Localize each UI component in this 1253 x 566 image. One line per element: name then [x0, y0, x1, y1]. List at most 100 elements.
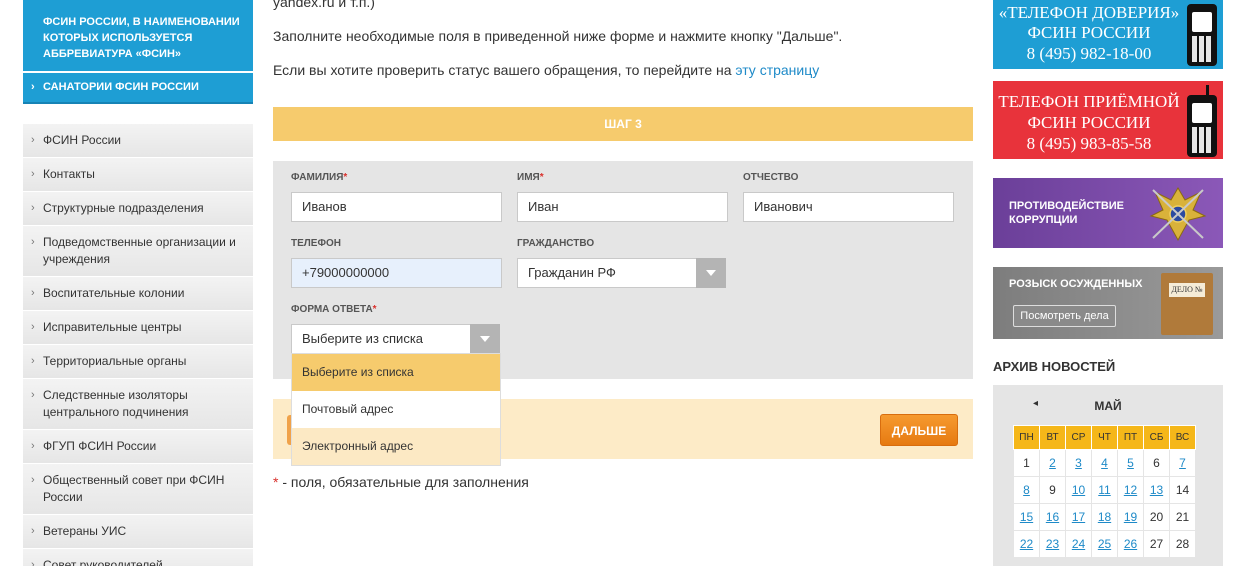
calendar-day[interactable]: 2 — [1039, 449, 1066, 477]
phone-field[interactable]: +79000000000 — [291, 258, 502, 288]
sidebar-menu: › ФСИН России › Контакты › Структурные подр… — [23, 124, 253, 566]
dropdown-option[interactable]: Почтовый адрес — [292, 391, 500, 428]
sidebar-item-label: Структурные подразделения — [43, 201, 204, 215]
dropdown-option[interactable]: Электронный адрес — [292, 428, 500, 465]
calendar-day[interactable]: 8 — [1013, 476, 1040, 504]
chevron-right-icon: › — [31, 389, 35, 401]
calendar-day[interactable]: 22 — [1013, 530, 1040, 558]
calendar-day[interactable]: 4 — [1091, 449, 1118, 477]
answer-form-dropdown: Выберите из списка Почтовый адрес Электр… — [291, 353, 501, 466]
calendar-day[interactable]: 16 — [1039, 503, 1066, 531]
sidebar-item-correctional-centers[interactable]: › Исправительные центры — [23, 311, 253, 345]
calendar-week-row: 8 9 10 11 12 13 14 — [1013, 476, 1196, 504]
calendar-day[interactable]: 24 — [1065, 530, 1092, 558]
sidebar-item-label: Ветераны УИС — [43, 524, 127, 538]
calendar-day: 20 — [1143, 503, 1170, 531]
banner-line: ФСИН РОССИИ — [1027, 113, 1151, 132]
chevron-right-icon: › — [31, 81, 35, 93]
sidebar-item-subordinate-orgs[interactable]: › Подведомственные организации и учрежден… — [23, 226, 253, 277]
instruction-text: Заполните необходимые поля в приведенной… — [273, 28, 843, 44]
phone-label: ТЕЛЕФОН — [291, 238, 341, 249]
sidebar-item-public-council[interactable]: › Общественный совет при ФСИН России — [23, 464, 253, 515]
sidebar-item-veterans[interactable]: › Ветераны УИС — [23, 515, 253, 549]
status-text-label: Если вы хотите проверить статус вашего о… — [273, 62, 732, 78]
banner-line: ФСИН РОССИИ — [1027, 23, 1151, 42]
required-note-text: - поля, обязательные для заполнения — [278, 474, 529, 490]
required-star: * — [539, 172, 544, 183]
citizenship-select[interactable]: Гражданин РФ — [517, 258, 726, 288]
calendar-day[interactable]: 3 — [1065, 449, 1092, 477]
wanted-convicts-banner[interactable]: РОЗЫСК ОСУЖДЕННЫХ Посмотреть дела ДЕЛО № — [993, 267, 1223, 339]
weekday-header: ПН — [1013, 425, 1040, 450]
calendar-day[interactable]: 18 — [1091, 503, 1118, 531]
anti-corruption-banner[interactable]: ПРОТИВОДЕЙСТВИЕ КОРРУПЦИИ — [993, 178, 1223, 248]
sidebar-item-fsin-abbreviation[interactable]: ФСИН РОССИИ, В НАИМЕНОВАНИИ КОТОРЫХ ИСПО… — [23, 0, 253, 71]
chevron-right-icon: › — [31, 168, 35, 180]
chevron-right-icon: › — [31, 236, 35, 248]
calendar-day[interactable]: 10 — [1065, 476, 1092, 504]
reception-phone-banner[interactable]: ТЕЛЕФОН ПРИЁМНОЙ ФСИН РОССИИ 8 (495) 983… — [993, 81, 1223, 159]
sidebar-item-label: Подведомственные организации и учреждени… — [43, 235, 236, 266]
sidebar-item-sanatoriums[interactable]: › САНАТОРИИ ФСИН РОССИИ — [23, 73, 253, 104]
patronymic-field[interactable]: Иванович — [743, 192, 954, 222]
chevron-right-icon: › — [31, 474, 35, 486]
calendar-day: 6 — [1143, 449, 1170, 477]
chevron-down-icon[interactable] — [470, 324, 500, 354]
sidebar-item-contacts[interactable]: › Контакты — [23, 158, 253, 192]
weekday-header: СР — [1065, 425, 1092, 450]
calendar-day[interactable]: 19 — [1117, 503, 1144, 531]
folder-label: ДЕЛО № — [1169, 283, 1205, 297]
calendar-day[interactable]: 15 — [1013, 503, 1040, 531]
sidebar-item-heads-council[interactable]: › Совет руководителей — [23, 549, 253, 566]
calendar-day: 28 — [1169, 530, 1196, 558]
sidebar-item-label: Воспитательные колонии — [43, 286, 185, 300]
answer-form-select[interactable]: Выберите из списка — [291, 324, 500, 354]
case-folder-icon: ДЕЛО № — [1161, 273, 1213, 335]
calendar-day: 9 — [1039, 476, 1066, 504]
patronymic-label: ОТЧЕСТВО — [743, 172, 799, 183]
calendar-day[interactable]: 23 — [1039, 530, 1066, 558]
calendar-day[interactable]: 11 — [1091, 476, 1118, 504]
weekday-header: ПТ — [1117, 425, 1144, 450]
banner-line: 8 (495) 982-18-00 — [1026, 44, 1152, 63]
required-note: * - поля, обязательные для заполнения — [273, 474, 529, 490]
trust-phone-banner[interactable]: «ТЕЛЕФОН ДОВЕРИЯ» ФСИН РОССИИ 8 (495) 98… — [993, 0, 1223, 69]
banner-line: ПРОТИВОДЕЙСТВИЕ — [1009, 200, 1125, 212]
sidebar-item-label: САНАТОРИИ ФСИН РОССИИ — [43, 81, 199, 93]
sidebar-item-structural-units[interactable]: › Структурные подразделения — [23, 192, 253, 226]
banner-line: ТЕЛЕФОН ПРИЁМНОЙ — [998, 92, 1180, 111]
view-cases-button[interactable]: Посмотреть дела — [1013, 305, 1116, 327]
calendar-day[interactable]: 12 — [1117, 476, 1144, 504]
sidebar-item-juvenile-colonies[interactable]: › Воспитательные колонии — [23, 277, 253, 311]
fsin-emblem-icon — [1149, 187, 1207, 242]
chevron-down-icon[interactable] — [696, 258, 726, 288]
weekday-header: ВС — [1169, 425, 1196, 450]
mobile-phone-icon — [1187, 4, 1217, 66]
calendar-day[interactable]: 26 — [1117, 530, 1144, 558]
required-star: * — [372, 304, 377, 315]
status-text: Если вы хотите проверить статус вашего о… — [273, 62, 819, 78]
sidebar-item-fgup[interactable]: › ФГУП ФСИН России — [23, 430, 253, 464]
calendar-day[interactable]: 13 — [1143, 476, 1170, 504]
dropdown-option[interactable]: Выберите из списка — [292, 354, 500, 391]
sidebar-item-territorial-bodies[interactable]: › Территориальные органы — [23, 345, 253, 379]
answer-form-value: Выберите из списка — [302, 331, 424, 346]
calendar-day[interactable]: 7 — [1169, 449, 1196, 477]
calendar-day[interactable]: 25 — [1091, 530, 1118, 558]
next-button[interactable]: ДАЛЬШЕ — [880, 414, 958, 446]
banner-title: РОЗЫСК ОСУЖДЕННЫХ — [1009, 278, 1143, 290]
citizenship-value: Гражданин РФ — [528, 265, 616, 280]
chevron-right-icon: › — [31, 134, 35, 146]
sidebar-item-detention-centers[interactable]: › Следственные изоляторы центрального под… — [23, 379, 253, 430]
sidebar-item-fsin-russia[interactable]: › ФСИН России — [23, 124, 253, 158]
surname-field[interactable]: Иванов — [291, 192, 502, 222]
calendar-day[interactable]: 17 — [1065, 503, 1092, 531]
sidebar-item-label: ФСИН РОССИИ, В НАИМЕНОВАНИИ КОТОРЫХ ИСПО… — [43, 16, 240, 60]
sidebar-item-label: Контакты — [43, 167, 95, 181]
name-field[interactable]: Иван — [517, 192, 728, 222]
calendar-day[interactable]: 5 — [1117, 449, 1144, 477]
chevron-right-icon: › — [31, 321, 35, 333]
status-page-link[interactable]: эту страницу — [735, 62, 819, 78]
weekday-header: СБ — [1143, 425, 1170, 450]
sidebar-item-label: Общественный совет при ФСИН России — [43, 473, 225, 504]
